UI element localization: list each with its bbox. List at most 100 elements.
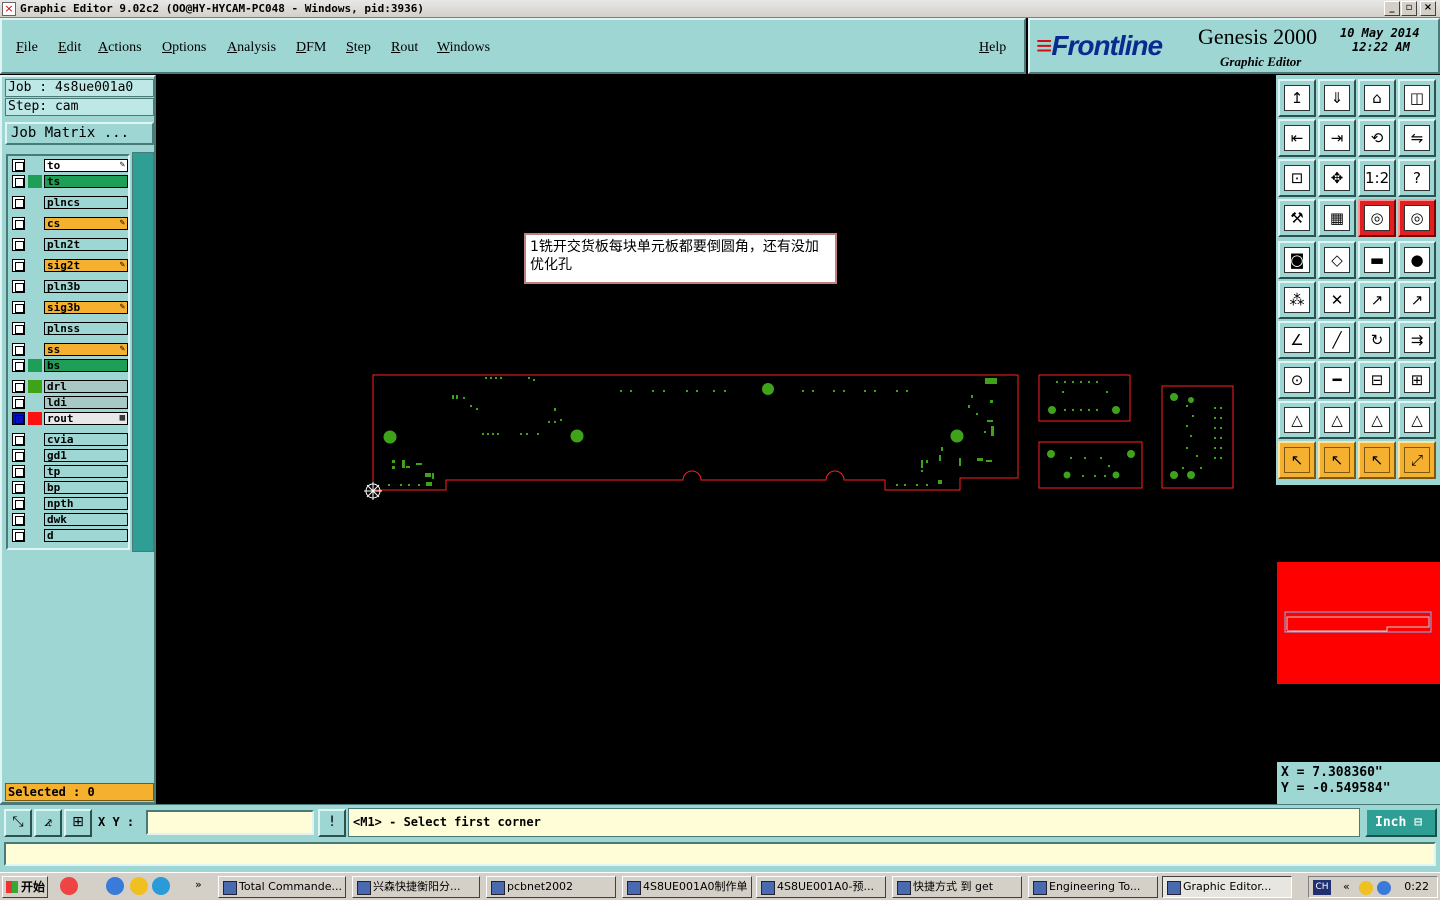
menu-step[interactable]: Step: [346, 40, 371, 56]
task-pcbnet[interactable]: pcbnet2002: [486, 876, 616, 898]
more-chevron-icon[interactable]: »: [195, 878, 202, 891]
layer-checkbox[interactable]: [12, 513, 25, 526]
layer-row-pln3b[interactable]: pln3b: [10, 280, 128, 293]
layer-name[interactable]: cvia: [44, 433, 128, 446]
zoom-window-icon[interactable]: ⤡: [4, 809, 32, 837]
layer-row-bs[interactable]: bs: [10, 359, 128, 372]
menu-rout[interactable]: Rout: [391, 40, 418, 56]
task-xingsen[interactable]: 兴森快捷衡阳分...: [352, 876, 480, 898]
folder-icon[interactable]: [130, 877, 148, 895]
layer-name[interactable]: ts: [44, 175, 128, 188]
layer-checkbox[interactable]: [12, 280, 25, 293]
tools-button[interactable]: ⚒: [1278, 199, 1316, 237]
maximize-button[interactable]: ▫: [1401, 1, 1417, 16]
layer-row-ldi[interactable]: ldi: [10, 396, 128, 409]
pan-right-button[interactable]: ⇥: [1318, 119, 1356, 157]
angle-button[interactable]: ∠: [1278, 321, 1316, 359]
pan-left-button[interactable]: ⇤: [1278, 119, 1316, 157]
layer-row-plnss[interactable]: plnss: [10, 322, 128, 335]
line-button[interactable]: ▬: [1358, 241, 1396, 279]
layer-name[interactable]: dwk: [44, 513, 128, 526]
page-up-button[interactable]: ↥: [1278, 79, 1316, 117]
dash-button[interactable]: ━: [1318, 361, 1356, 399]
snap-icon[interactable]: ⦨: [34, 809, 62, 837]
nodes-button[interactable]: ⁂: [1278, 281, 1316, 319]
layer-name[interactable]: ldi: [44, 396, 128, 409]
layer-checkbox[interactable]: [12, 259, 25, 272]
polygon-button[interactable]: ◇: [1318, 241, 1356, 279]
task-engineering[interactable]: Engineering To...: [1028, 876, 1158, 898]
circle-button[interactable]: ●: [1398, 241, 1436, 279]
arrow-node-alt-button[interactable]: ↗: [1398, 281, 1436, 319]
point-button[interactable]: ⊙: [1278, 361, 1316, 399]
layer-row-gd1[interactable]: gd1: [10, 449, 128, 462]
tray-icon-2[interactable]: [1377, 881, 1391, 895]
task-preview[interactable]: 4S8UE001A0-预...: [756, 876, 886, 898]
arrow-node-button[interactable]: ↗: [1358, 281, 1396, 319]
layer-name[interactable]: drl: [44, 380, 128, 393]
triangle-fill-button[interactable]: △: [1398, 401, 1436, 439]
layer-name[interactable]: plncs: [44, 196, 128, 209]
layer-row-cs[interactable]: cs ✎: [10, 217, 128, 230]
layer-checkbox[interactable]: [12, 159, 25, 172]
layer-checkbox[interactable]: [12, 217, 25, 230]
layer-name[interactable]: cs ✎: [44, 217, 128, 230]
layer-checkbox[interactable]: [12, 175, 25, 188]
layer-checkbox[interactable]: [12, 238, 25, 251]
menu-edit[interactable]: Edit: [58, 40, 81, 56]
layer-name[interactable]: sig3b ✎: [44, 301, 128, 314]
center-button[interactable]: ✥: [1318, 159, 1356, 197]
select-box-button[interactable]: ↖: [1318, 441, 1356, 479]
layer-checkbox[interactable]: [12, 396, 25, 409]
job-matrix-button[interactable]: Job Matrix ...: [5, 122, 154, 145]
window-button[interactable]: ◫: [1398, 79, 1436, 117]
layer-checkbox[interactable]: [12, 449, 25, 462]
layer-row-npth[interactable]: npth: [10, 497, 128, 510]
layer-name[interactable]: bp: [44, 481, 128, 494]
layer-name[interactable]: bs: [44, 359, 128, 372]
layer-checkbox[interactable]: [12, 322, 25, 335]
layer-row-d[interactable]: d: [10, 529, 128, 542]
task-shortcut-get[interactable]: 快捷方式 到 get: [892, 876, 1022, 898]
overview-map[interactable]: [1277, 485, 1440, 761]
layer-name[interactable]: gd1: [44, 449, 128, 462]
task-order-sheet[interactable]: 4S8UE001A0制作单: [622, 876, 752, 898]
slash-button[interactable]: ╱: [1318, 321, 1356, 359]
layer-row-drl[interactable]: drl: [10, 380, 128, 393]
menu-windows[interactable]: Windows: [437, 40, 490, 56]
cross-button[interactable]: ✕: [1318, 281, 1356, 319]
unit-selector[interactable]: Inch ⊟: [1365, 808, 1437, 837]
layer-row-dwk[interactable]: dwk: [10, 513, 128, 526]
split-button[interactable]: ⇉: [1398, 321, 1436, 359]
menu-file[interactable]: File: [16, 40, 38, 56]
layer-checkbox[interactable]: [12, 465, 25, 478]
xy-input[interactable]: [146, 810, 314, 835]
rotate-button[interactable]: ⟲: [1358, 119, 1396, 157]
layer-checkbox[interactable]: [12, 380, 25, 393]
fit-button[interactable]: ⊡: [1278, 159, 1316, 197]
layers-button[interactable]: ◎: [1358, 199, 1396, 237]
layer-row-ss[interactable]: ss ✎: [10, 343, 128, 356]
route-button[interactable]: ⤢: [1398, 441, 1436, 479]
pad-button[interactable]: ◙: [1278, 241, 1316, 279]
quicklaunch-icon-1[interactable]: [60, 877, 78, 895]
layer-row-ts[interactable]: ts: [10, 175, 128, 188]
grid-button[interactable]: ▦: [1318, 199, 1356, 237]
close-button[interactable]: ×: [1420, 1, 1436, 16]
home-button[interactable]: ⌂: [1358, 79, 1396, 117]
language-indicator[interactable]: CH: [1313, 880, 1331, 895]
layer-name[interactable]: ss ✎: [44, 343, 128, 356]
layer-name[interactable]: pln2t: [44, 238, 128, 251]
select-alt-button[interactable]: ↖: [1358, 441, 1396, 479]
tray-expand-icon[interactable]: «: [1343, 880, 1350, 893]
layer-checkbox[interactable]: [12, 529, 25, 542]
layers-alt-button[interactable]: ◎: [1398, 199, 1436, 237]
task-total-commander[interactable]: Total Commande...: [218, 876, 346, 898]
layer-checkbox[interactable]: [12, 412, 25, 425]
layer-name[interactable]: plnss: [44, 322, 128, 335]
select-button[interactable]: ↖: [1278, 441, 1316, 479]
layer-checkbox[interactable]: [12, 359, 25, 372]
arc-button[interactable]: ↻: [1358, 321, 1396, 359]
menu-actions[interactable]: Actions: [98, 40, 142, 56]
layer-name[interactable]: sig2t ✎: [44, 259, 128, 272]
